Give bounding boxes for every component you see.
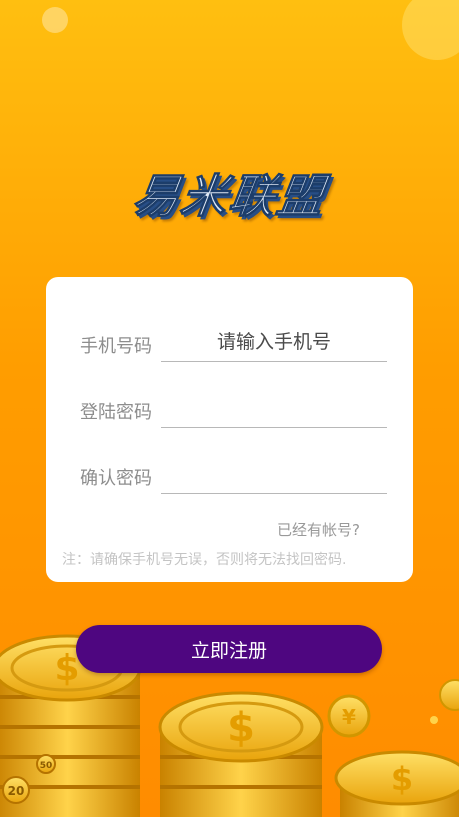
yuan-coin: ¥ [327, 694, 371, 738]
dollar-symbol: $ [227, 705, 255, 751]
confirm-password-input[interactable] [161, 454, 387, 494]
register-button[interactable]: 立即注册 [76, 625, 382, 673]
form-note: 注：请确保手机号无误，否则将无法找回密码. [62, 552, 347, 568]
dollar-symbol: $ [391, 760, 413, 798]
sparkle [430, 716, 438, 724]
background-bubble [402, 0, 459, 60]
confirm-password-label: 确认密码 [80, 468, 152, 489]
password-input[interactable] [161, 388, 387, 428]
phone-label: 手机号码 [80, 336, 152, 357]
coin-label-50: 50 [40, 761, 53, 771]
coin-label-20: 20 [8, 784, 25, 798]
yuan-symbol: ¥ [342, 705, 356, 729]
coin-stack-middle: $ [158, 691, 324, 817]
coin-stack-right: $ [334, 750, 459, 817]
phone-row: 手机号码 [46, 322, 413, 362]
background-bubble [42, 7, 68, 33]
have-account-link[interactable]: 已经有帐号? [277, 519, 360, 540]
small-coin-50: 50 [36, 754, 56, 774]
phone-input[interactable] [161, 322, 387, 362]
confirm-password-row: 确认密码 [46, 454, 413, 494]
small-coin-20: 20 [2, 776, 30, 804]
app-logo: 易米联盟 [129, 169, 330, 224]
password-label: 登陆密码 [80, 402, 152, 423]
edge-coin [439, 679, 459, 711]
password-row: 登陆密码 [46, 388, 413, 428]
